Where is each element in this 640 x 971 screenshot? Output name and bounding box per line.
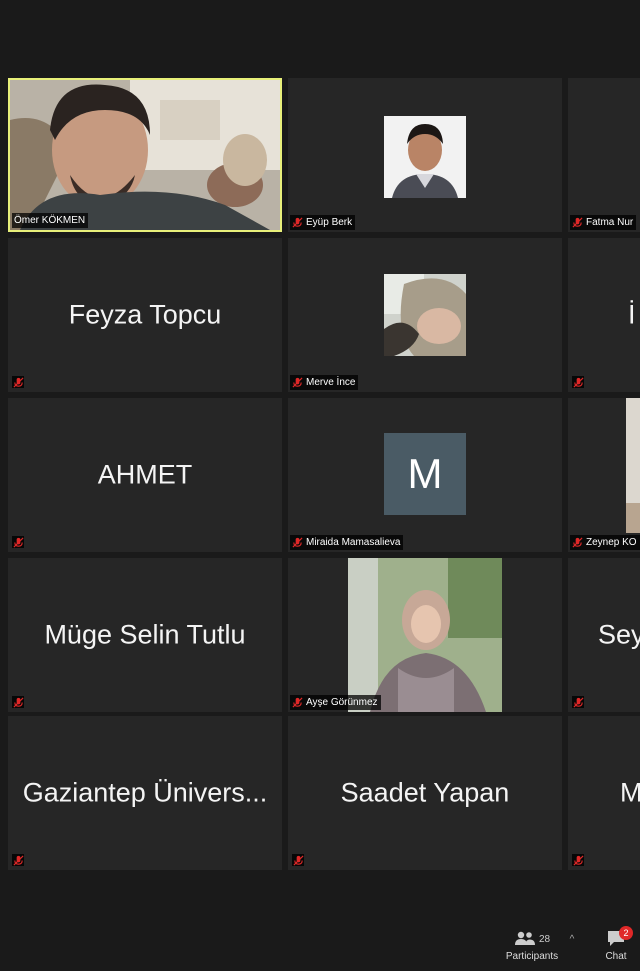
participants-button[interactable]: 28 Participants bbox=[500, 929, 564, 962]
participant-display-name: İ bbox=[628, 299, 636, 330]
video-tile-partial-sey[interactable]: Sey bbox=[568, 558, 640, 712]
mic-muted-icon bbox=[12, 696, 24, 708]
participant-display-name: Müge Selin Tutlu bbox=[44, 619, 246, 650]
mic-muted-icon bbox=[572, 537, 583, 548]
participant-name: Fatma Nur bbox=[586, 217, 634, 228]
participant-name: Merve İnce bbox=[306, 377, 356, 388]
video-tile-gaziantep[interactable]: Gaziantep Ünivers... bbox=[8, 716, 282, 870]
video-tile-ayse[interactable]: Ayşe Görünmez bbox=[288, 558, 562, 712]
participant-display-name: Gaziantep Ünivers... bbox=[22, 777, 268, 808]
participant-name-label: Fatma Nur bbox=[570, 215, 637, 230]
video-tile-muge[interactable]: Müge Selin Tutlu bbox=[8, 558, 282, 712]
participant-display-name: Feyza Topcu bbox=[68, 299, 222, 330]
video-tile-saadet[interactable]: Saadet Yapan bbox=[288, 716, 562, 870]
video-tile-eyup[interactable]: Eyüp Berk bbox=[288, 78, 562, 232]
mic-muted-icon bbox=[572, 217, 583, 228]
mic-muted-icon bbox=[572, 696, 584, 708]
avatar-initial: M bbox=[384, 433, 466, 515]
participant-display-name: M bbox=[620, 777, 640, 808]
participant-name-label: Ömer KÖKMEN bbox=[12, 213, 89, 228]
video-tile-ahmet[interactable]: AHMET bbox=[8, 398, 282, 552]
gallery-grid: Ömer KÖKMEN Eyüp Berk Fatma Nur Feyza To… bbox=[0, 78, 640, 878]
participant-name-label: Merve İnce bbox=[290, 375, 359, 390]
video-tile-merve[interactable]: Merve İnce bbox=[288, 238, 562, 392]
chat-label: Chat bbox=[605, 951, 627, 962]
video-tile-omer[interactable]: Ömer KÖKMEN bbox=[8, 78, 282, 232]
participant-name: Miraida Mamasalieva bbox=[306, 537, 401, 548]
video-tile-miraida[interactable]: M Miraida Mamasalieva bbox=[288, 398, 562, 552]
participant-name: Eyüp Berk bbox=[306, 217, 353, 228]
mic-muted-icon bbox=[292, 377, 303, 388]
chat-button[interactable]: 2 Chat bbox=[596, 926, 636, 962]
video-tile-partial-m[interactable]: M bbox=[568, 716, 640, 870]
video-tile-fatma[interactable]: Fatma Nur bbox=[568, 78, 640, 232]
participant-name: Zeynep KO bbox=[586, 537, 637, 548]
participants-icon bbox=[514, 931, 536, 948]
video-tile-feyza[interactable]: Feyza Topcu bbox=[8, 238, 282, 392]
profile-photo bbox=[384, 274, 466, 356]
participant-name: Ayşe Görünmez bbox=[306, 697, 378, 708]
participants-count: 28 bbox=[538, 933, 551, 945]
top-bar bbox=[0, 0, 640, 78]
participant-name-label: Ayşe Görünmez bbox=[290, 695, 381, 710]
participant-name-label: Eyüp Berk bbox=[290, 215, 356, 230]
participant-name: Ömer KÖKMEN bbox=[14, 215, 86, 226]
mic-muted-icon bbox=[12, 536, 24, 548]
participant-video bbox=[348, 558, 502, 712]
mic-muted-icon bbox=[292, 854, 304, 866]
participant-display-name: AHMET bbox=[97, 459, 193, 490]
participant-display-name: Saadet Yapan bbox=[340, 777, 510, 808]
mic-muted-icon bbox=[292, 217, 303, 228]
participants-options-caret-icon[interactable]: ^ bbox=[564, 934, 580, 945]
participant-name-label: Miraida Mamasalieva bbox=[290, 535, 404, 550]
mic-muted-icon bbox=[292, 697, 303, 708]
participant-display-name: Sey bbox=[598, 619, 640, 650]
mic-muted-icon bbox=[572, 376, 584, 388]
participants-label: Participants bbox=[505, 951, 559, 962]
chat-icon bbox=[606, 931, 626, 950]
mic-muted-icon bbox=[292, 537, 303, 548]
participant-video bbox=[10, 80, 280, 230]
profile-photo bbox=[384, 116, 466, 198]
meeting-toolbar: 28 Participants ^ 2 Chat bbox=[0, 925, 640, 971]
video-tile-partial-i[interactable]: İ bbox=[568, 238, 640, 392]
video-tile-zeynep[interactable]: Zeynep KO bbox=[568, 398, 640, 552]
chat-unread-badge: 2 bbox=[619, 926, 633, 940]
mic-muted-icon bbox=[12, 376, 24, 388]
participant-name-label: Zeynep KO bbox=[570, 535, 640, 550]
mic-muted-icon bbox=[12, 854, 24, 866]
profile-photo bbox=[626, 398, 640, 533]
mic-muted-icon bbox=[572, 854, 584, 866]
